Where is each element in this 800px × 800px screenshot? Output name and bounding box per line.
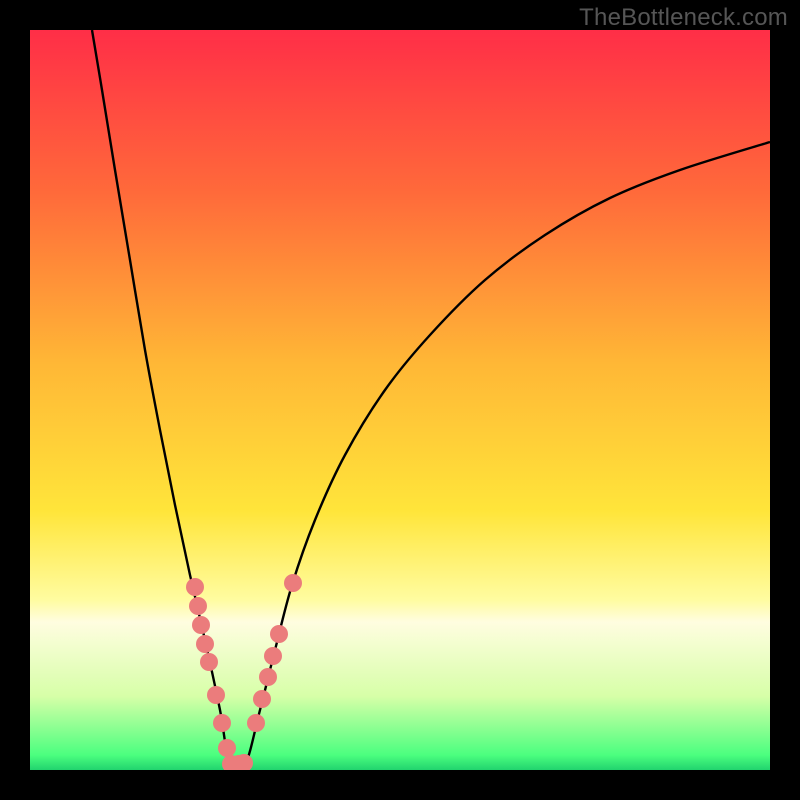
data-point-marker <box>213 714 231 732</box>
plot-svg <box>30 30 770 770</box>
data-point-marker <box>200 653 218 671</box>
data-point-marker <box>196 635 214 653</box>
data-point-marker <box>247 714 265 732</box>
data-point-marker <box>253 690 271 708</box>
data-point-marker <box>264 647 282 665</box>
data-point-marker <box>192 616 210 634</box>
data-point-marker <box>284 574 302 592</box>
data-point-marker <box>259 668 277 686</box>
plot-area <box>30 30 770 770</box>
data-point-marker <box>189 597 207 615</box>
data-point-marker <box>270 625 288 643</box>
data-point-marker <box>218 739 236 757</box>
data-point-marker <box>186 578 204 596</box>
data-point-marker <box>207 686 225 704</box>
watermark-text: TheBottleneck.com <box>579 4 788 32</box>
gradient-background <box>30 30 770 770</box>
